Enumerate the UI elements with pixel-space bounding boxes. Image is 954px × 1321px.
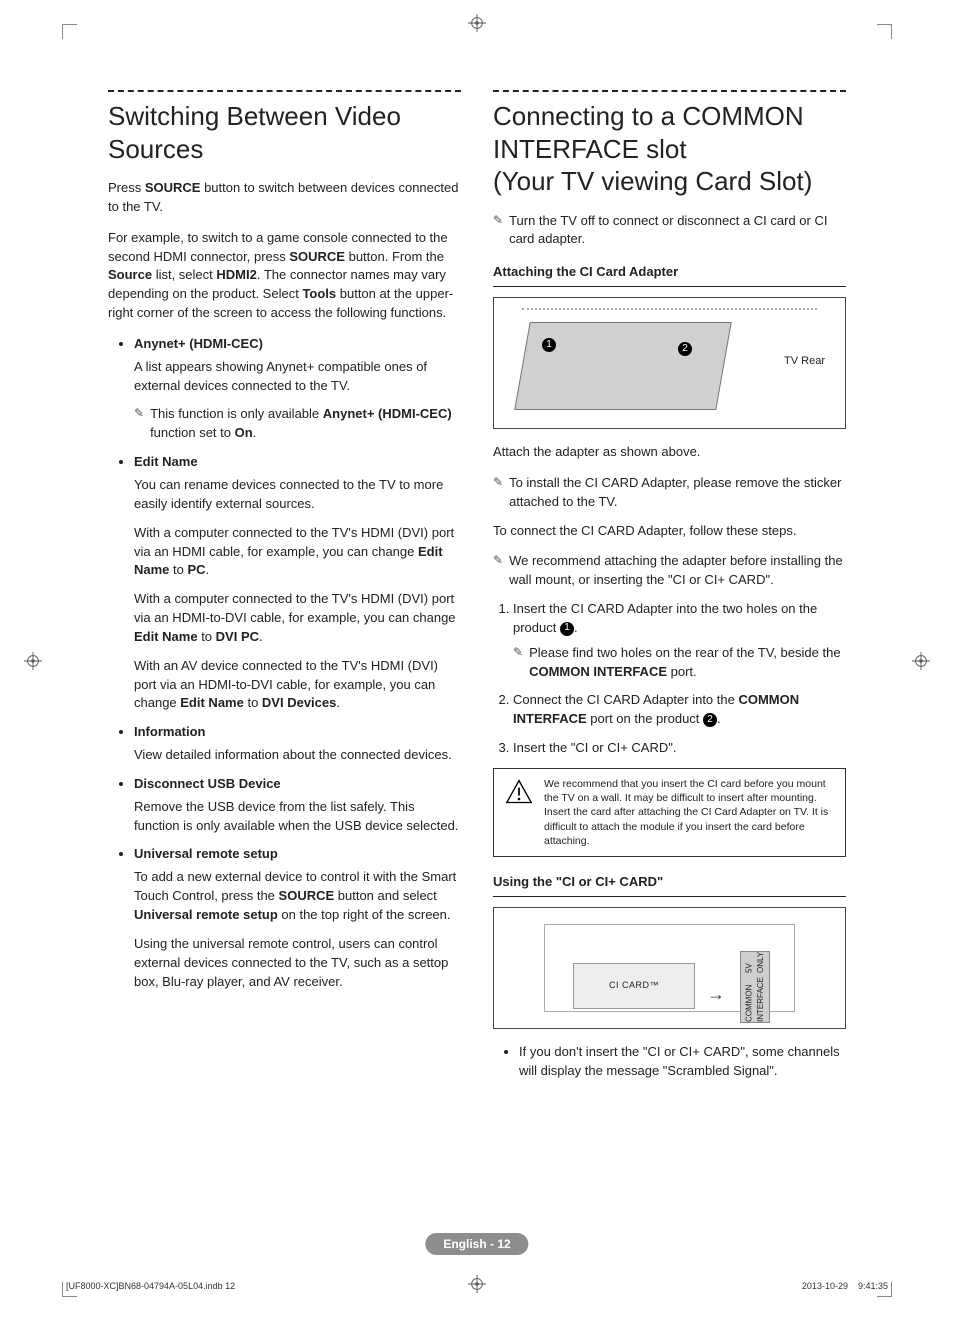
paragraph: Attach the adapter as shown above. [493, 443, 846, 462]
note-icon: ✎ [493, 474, 503, 512]
arrow-right-icon: → [707, 981, 725, 1007]
paragraph: To connect the CI CARD Adapter, follow t… [493, 522, 846, 541]
figure-ci-adapter: 1 2 TV Rear [493, 297, 846, 429]
footer-filename: [UF8000-XC]BN68-04794A-05L04.indb 12 [66, 1281, 235, 1291]
callout-number-1: 1 [560, 622, 574, 636]
warning-icon [504, 777, 534, 807]
note: ✎ This function is only available Anynet… [134, 405, 461, 443]
figure-card-label: CI CARD™ [573, 963, 695, 1009]
section-divider [493, 90, 846, 92]
note: ✎ To install the CI CARD Adapter, please… [493, 474, 846, 512]
item-title: Information [134, 723, 461, 742]
figure-decoration [522, 308, 817, 310]
registration-mark-icon [912, 652, 930, 670]
figure-frame: CI CARD™ COMMON INTERFACE 5V ONLY → [544, 924, 795, 1012]
crop-mark [877, 24, 892, 39]
figure-label-tv-rear: TV Rear [784, 354, 825, 370]
steps-list: Insert the CI CARD Adapter into the two … [493, 600, 846, 758]
item-title: Edit Name [134, 453, 461, 472]
feature-list: Anynet+ (HDMI-CEC) A list appears showin… [108, 335, 461, 991]
list-item-information: Information View detailed information ab… [134, 723, 461, 765]
list-item-disconnect-usb: Disconnect USB Device Remove the USB dev… [134, 775, 461, 836]
step-2: Connect the CI CARD Adapter into the COM… [513, 691, 846, 729]
item-body: Remove the USB device from the list safe… [134, 798, 461, 836]
section-divider [108, 90, 461, 92]
bottom-bullets: If you don't insert the "CI or CI+ CARD"… [493, 1043, 846, 1081]
item-body: With a computer connected to the TV's HD… [134, 524, 461, 581]
note-icon: ✎ [493, 552, 503, 590]
item-body: A list appears showing Anynet+ compatibl… [134, 358, 461, 396]
step-1: Insert the CI CARD Adapter into the two … [513, 600, 846, 681]
right-column: Connecting to a COMMON INTERFACE slot (Y… [493, 90, 846, 1231]
item-body: With an AV device connected to the TV's … [134, 657, 461, 714]
crop-mark [62, 24, 77, 39]
note-icon: ✎ [134, 405, 144, 443]
note: ✎ We recommend attaching the adapter bef… [493, 552, 846, 590]
note: ✎ Turn the TV off to connect or disconne… [493, 212, 846, 250]
registration-mark-icon [468, 14, 486, 32]
note-icon: ✎ [493, 212, 503, 250]
callout-number-2: 2 [703, 713, 717, 727]
list-item: If you don't insert the "CI or CI+ CARD"… [519, 1043, 846, 1081]
step-3: Insert the "CI or CI+ CARD". [513, 739, 846, 758]
item-body: To add a new external device to control … [134, 868, 461, 925]
callout-number-2: 2 [678, 342, 692, 356]
left-column: Switching Between Video Sources Press SO… [108, 90, 461, 1231]
item-body: You can rename devices connected to the … [134, 476, 461, 514]
page-number-badge: English - 12 [425, 1233, 528, 1255]
item-body: With a computer connected to the TV's HD… [134, 590, 461, 647]
figure-slot-label: COMMON INTERFACE 5V ONLY [740, 951, 770, 1023]
item-title: Disconnect USB Device [134, 775, 461, 794]
content-area: Switching Between Video Sources Press SO… [108, 90, 846, 1231]
callout-number-1: 1 [542, 338, 556, 352]
list-item-edit-name: Edit Name You can rename devices connect… [134, 453, 461, 713]
section-heading: Connecting to a COMMON INTERFACE slot (Y… [493, 100, 846, 198]
section-heading: Switching Between Video Sources [108, 100, 461, 165]
item-body: Using the universal remote control, user… [134, 935, 461, 992]
paragraph: Press SOURCE button to switch between de… [108, 179, 461, 217]
subheading: Using the "CI or CI+ CARD" [493, 873, 846, 897]
footer-timestamp: 2013-10-29 9:41:35 [802, 1281, 888, 1291]
item-title: Anynet+ (HDMI-CEC) [134, 335, 461, 354]
registration-mark-icon [24, 652, 42, 670]
warning-box: We recommend that you insert the CI card… [493, 768, 846, 857]
subheading: Attaching the CI Card Adapter [493, 263, 846, 287]
item-body: View detailed information about the conn… [134, 746, 461, 765]
list-item-universal-remote: Universal remote setup To add a new exte… [134, 845, 461, 991]
figure-ci-card: CI CARD™ COMMON INTERFACE 5V ONLY → [493, 907, 846, 1029]
list-item-anynet: Anynet+ (HDMI-CEC) A list appears showin… [134, 335, 461, 443]
warning-text: We recommend that you insert the CI card… [544, 777, 835, 848]
item-title: Universal remote setup [134, 845, 461, 864]
document-page: Switching Between Video Sources Press SO… [0, 0, 954, 1321]
paragraph: For example, to switch to a game console… [108, 229, 461, 323]
registration-mark-icon [468, 1275, 486, 1293]
figure-board [514, 322, 732, 410]
note-icon: ✎ [513, 644, 523, 682]
